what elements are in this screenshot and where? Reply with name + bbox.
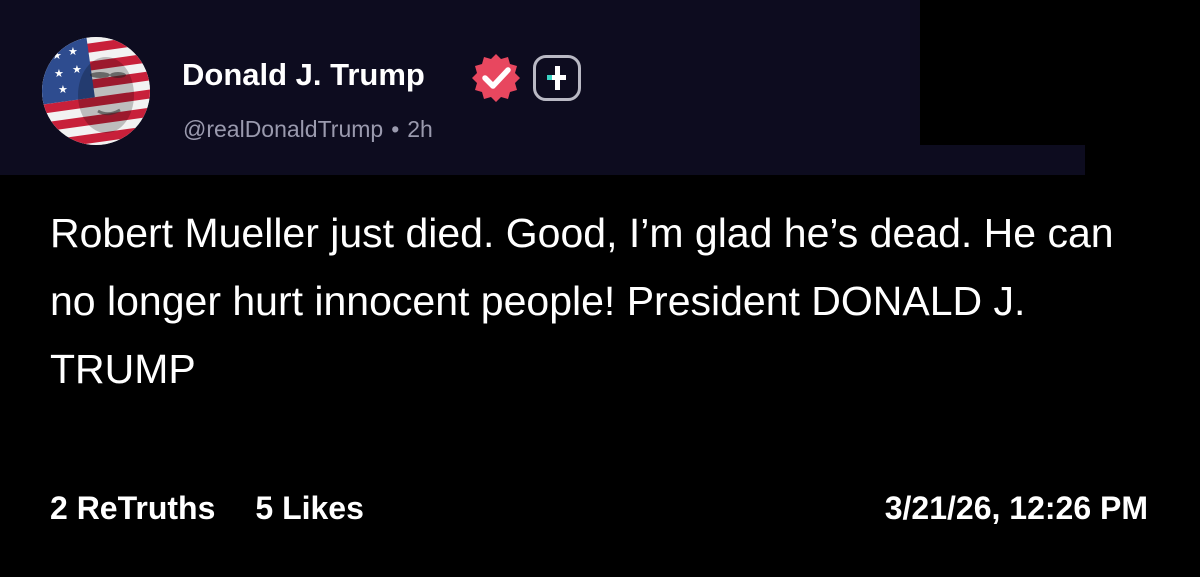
svg-text:★: ★ xyxy=(68,45,78,58)
avatar[interactable]: ★ ★ ★ ★ ★ xyxy=(42,37,150,145)
post-body-text: Robert Mueller just died. Good, I’m glad… xyxy=(50,210,1114,392)
author-display-name[interactable]: Donald J. Trump xyxy=(182,55,425,95)
separator-dot: • xyxy=(391,116,400,142)
post-header-background-extension xyxy=(0,145,1085,175)
flag-face-avatar-icon: ★ ★ ★ ★ ★ xyxy=(42,37,150,145)
svg-text:★: ★ xyxy=(58,83,68,96)
author-handle[interactable]: @realDonaldTrump xyxy=(183,116,383,142)
verified-badge-icon xyxy=(470,52,522,104)
svg-text:★: ★ xyxy=(54,67,64,80)
author-handle-line: @realDonaldTrump • 2h xyxy=(183,114,433,144)
svg-text:★: ★ xyxy=(72,63,82,76)
retruths-count[interactable]: 2 ReTruths xyxy=(50,490,215,526)
plus-badge-icon[interactable] xyxy=(533,55,581,101)
post-age: 2h xyxy=(407,116,433,142)
post-timestamp: 3/21/26, 12:26 PM xyxy=(884,490,1148,526)
post-stats: 2 ReTruths 5 Likes xyxy=(50,488,404,528)
likes-count[interactable]: 5 Likes xyxy=(255,490,364,526)
